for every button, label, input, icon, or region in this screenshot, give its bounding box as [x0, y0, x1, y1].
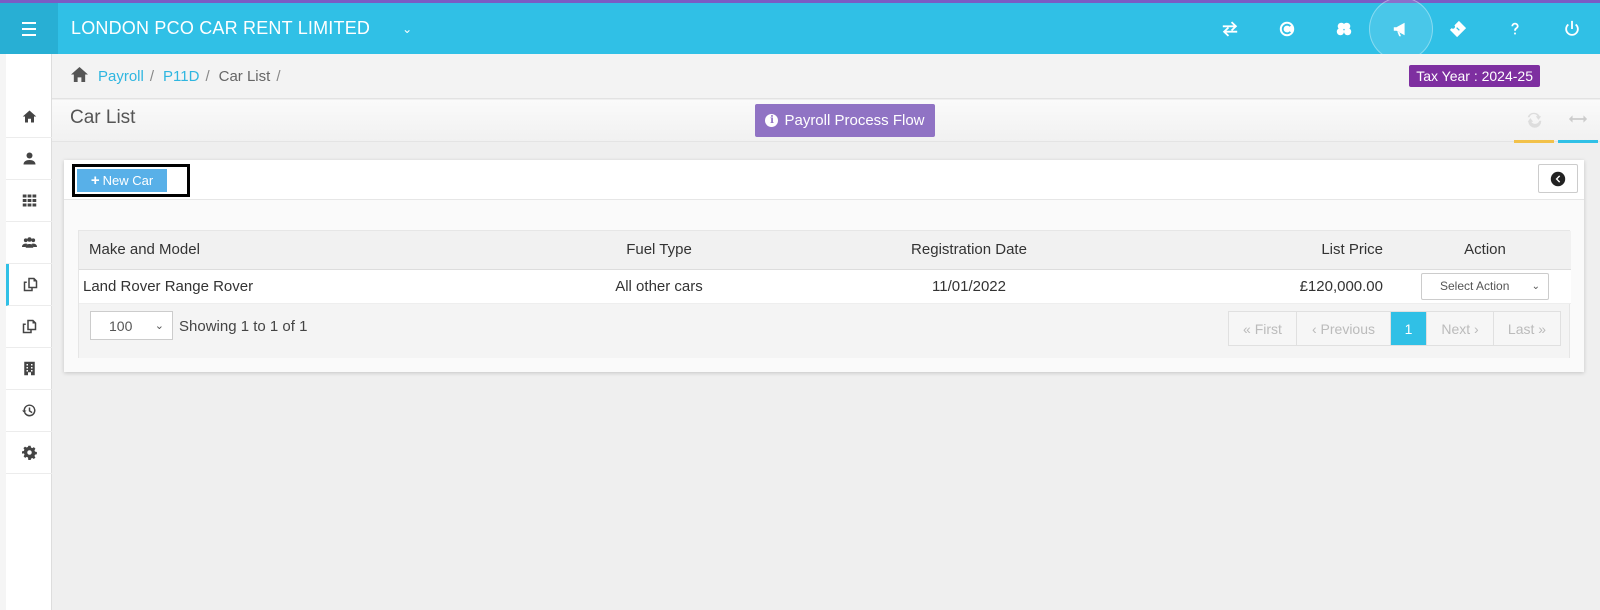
left-sidebar	[6, 54, 52, 610]
new-car-button[interactable]: + New Car	[77, 169, 167, 192]
refresh-icon	[1527, 112, 1542, 128]
users-icon	[21, 237, 37, 248]
breadcrumb: Payroll / P11D / Car List /	[70, 66, 280, 87]
coins-icon[interactable]	[1315, 3, 1372, 54]
column-header-action: Action	[1399, 231, 1571, 270]
copy-icon	[23, 277, 38, 292]
chevron-down-icon: ⌄	[1531, 280, 1540, 292]
sidebar-item-user[interactable]	[6, 138, 52, 180]
table-footer: 100 ⌄ Showing 1 to 1 of 1 « First ‹ Prev…	[79, 304, 1569, 358]
sidebar-item-users[interactable]	[6, 222, 52, 264]
help-icon[interactable]	[1486, 3, 1543, 54]
home-icon[interactable]	[70, 66, 89, 87]
chevron-down-icon[interactable]: ⌄	[402, 22, 412, 36]
home-icon	[22, 110, 36, 123]
action-select-value: Select Action	[1440, 279, 1510, 293]
car-table-container: Make and Model Fuel Type Registration Da…	[78, 230, 1571, 358]
ticket-icon[interactable]	[1429, 3, 1486, 54]
chevron-down-icon: ⌄	[154, 320, 164, 332]
column-header-registration[interactable]: Registration Date	[809, 231, 1129, 270]
page-title-row: Car List i Payroll Process Flow	[52, 100, 1600, 143]
page-size-select[interactable]: 100 ⌄	[90, 311, 173, 340]
payroll-process-flow-button[interactable]: i Payroll Process Flow	[755, 104, 935, 137]
hamburger-icon	[22, 20, 36, 38]
menu-toggle-button[interactable]	[0, 3, 58, 54]
cell-make: Land Rover Range Rover	[79, 269, 509, 304]
refresh-button[interactable]	[1514, 110, 1554, 143]
top-bar: LONDON PCO CAR RENT LIMITED ⌄	[0, 0, 1600, 61]
table-row: Land Rover Range Rover All other cars 11…	[79, 269, 1571, 304]
sidebar-item-home[interactable]	[6, 96, 52, 138]
new-car-highlight: + New Car	[72, 164, 190, 197]
column-header-make[interactable]: Make and Model	[79, 231, 509, 270]
pager-page-1[interactable]: 1	[1391, 312, 1427, 345]
history-icon	[21, 404, 36, 417]
breadcrumb-separator: /	[276, 68, 281, 85]
pagination: « First ‹ Previous 1 Next › Last »	[1228, 311, 1561, 346]
breadcrumb-payroll[interactable]: Payroll	[98, 68, 144, 85]
copy-alt-icon	[22, 319, 36, 334]
cell-price: £120,000.00	[1129, 269, 1399, 304]
sidebar-item-history[interactable]	[6, 390, 52, 432]
sidebar-item-building[interactable]	[6, 348, 52, 390]
building-icon	[23, 361, 35, 376]
car-list-panel: + New Car Make and Model Fuel Type Regis…	[64, 160, 1584, 372]
breadcrumb-separator: /	[149, 68, 155, 85]
page-title: Car List	[70, 107, 136, 128]
sidebar-item-copy[interactable]	[6, 264, 52, 306]
panel-header: + New Car	[64, 160, 1584, 200]
sidebar-item-copy-alt[interactable]	[6, 306, 52, 348]
action-select[interactable]: Select Action ⌄	[1421, 272, 1549, 300]
user-icon	[23, 152, 35, 165]
expand-horizontal-icon	[1568, 115, 1588, 123]
plus-icon: +	[90, 172, 100, 189]
cell-action: Select Action ⌄	[1399, 269, 1571, 304]
showing-count: Showing 1 to 1 of 1	[179, 318, 308, 335]
arrow-left-circle-icon	[1550, 171, 1566, 186]
currency-icon[interactable]	[1258, 3, 1315, 54]
table-header-row: Make and Model Fuel Type Registration Da…	[79, 231, 1571, 270]
column-header-fuel[interactable]: Fuel Type	[509, 231, 809, 270]
pager-next[interactable]: Next ›	[1427, 312, 1494, 345]
cell-registration: 11/01/2022	[809, 269, 1129, 304]
back-button[interactable]	[1538, 164, 1578, 193]
top-icon-bar	[1201, 0, 1600, 61]
breadcrumb-car-list: Car List	[218, 68, 271, 85]
announcement-icon[interactable]	[1369, 0, 1433, 61]
breadcrumb-separator: /	[205, 68, 210, 85]
settings-icon	[21, 445, 37, 460]
expand-button[interactable]	[1558, 110, 1598, 143]
payroll-process-flow-label: Payroll Process Flow	[784, 112, 925, 129]
apps-grid-icon	[22, 194, 36, 207]
info-icon: i	[765, 114, 779, 127]
sidebar-item-settings[interactable]	[6, 432, 52, 474]
breadcrumb-bar: Payroll / P11D / Car List / Tax Year : 2…	[52, 54, 1600, 99]
car-table: Make and Model Fuel Type Registration Da…	[79, 231, 1571, 304]
new-car-label: New Car	[102, 173, 154, 188]
cell-fuel: All other cars	[509, 269, 809, 304]
company-name[interactable]: LONDON PCO CAR RENT LIMITED	[71, 18, 370, 39]
panel-body: Make and Model Fuel Type Registration Da…	[64, 200, 1584, 372]
pager-previous[interactable]: ‹ Previous	[1297, 312, 1391, 345]
power-icon[interactable]	[1543, 3, 1600, 54]
page-size-value: 100	[109, 317, 133, 334]
column-header-price[interactable]: List Price	[1129, 231, 1399, 270]
tax-year-badge[interactable]: Tax Year : 2024-25	[1409, 65, 1540, 87]
pager-first[interactable]: « First	[1229, 312, 1297, 345]
pager-last[interactable]: Last »	[1494, 312, 1560, 345]
breadcrumb-p11d[interactable]: P11D	[163, 68, 199, 85]
transfer-icon[interactable]	[1201, 3, 1258, 54]
sidebar-item-apps[interactable]	[6, 180, 52, 222]
